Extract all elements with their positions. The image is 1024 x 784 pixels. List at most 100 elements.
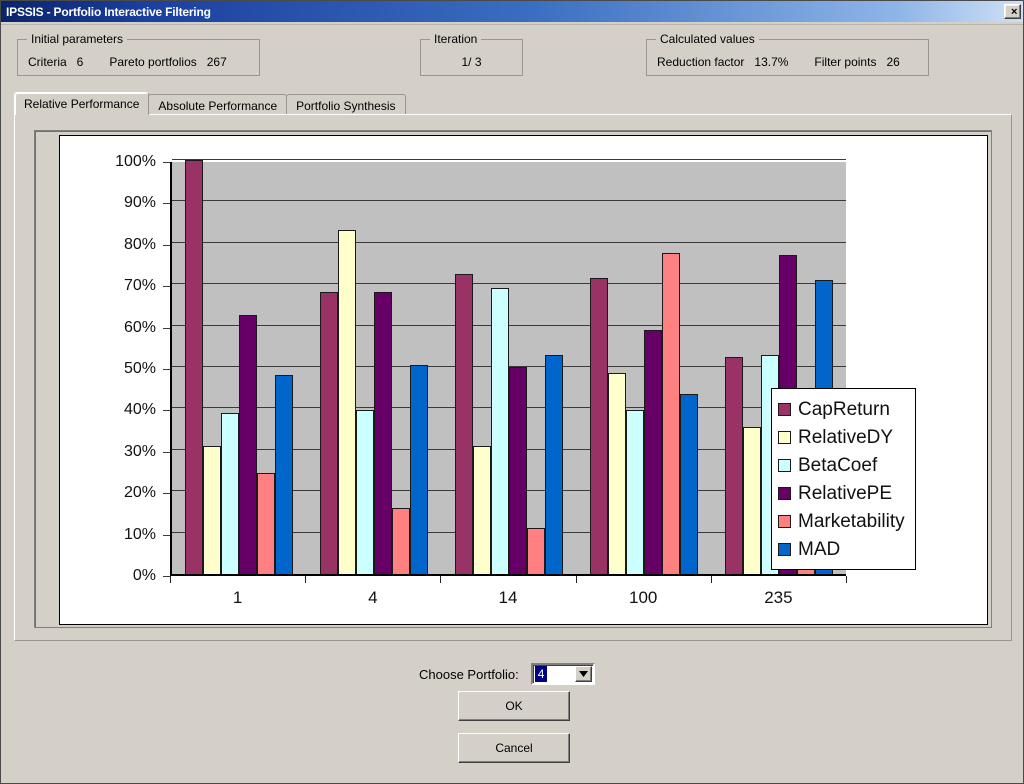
gridline bbox=[172, 159, 846, 160]
legend-label: RelativePE bbox=[798, 482, 892, 504]
criteria-value: 6 bbox=[76, 54, 84, 69]
bar-relativedy-14 bbox=[472, 445, 491, 574]
pareto-portfolios-value: 267 bbox=[206, 54, 227, 69]
legend-swatch-icon bbox=[778, 458, 791, 472]
title-bar: IPSSIS - Portfolio Interactive Filtering… bbox=[1, 1, 1023, 22]
bar-betacoef-1 bbox=[221, 412, 240, 574]
calculated-values-group: Calculated values Reduction factor 13.7%… bbox=[646, 32, 929, 76]
y-axis-tick-label: 60% bbox=[123, 318, 156, 336]
initial-parameters-legend: Initial parameters bbox=[27, 32, 128, 46]
chart-canvas: 0% 10% 20% 30% 40% 50% 60% 70% 80% 90% 100% 1 4 14 10… bbox=[59, 135, 988, 625]
x-axis-tick-label: 235 bbox=[764, 588, 793, 607]
y-axis-tick-label: 50% bbox=[123, 360, 156, 377]
legend-swatch-icon bbox=[778, 514, 791, 528]
y-axis-tick-label: 20% bbox=[123, 484, 156, 502]
legend-item-capreturn: CapReturn bbox=[778, 395, 905, 423]
tab-strip: Relative Performance Absolute Performance… bbox=[14, 92, 1012, 115]
legend-label: Marketability bbox=[798, 510, 905, 532]
criteria-label: Criteria bbox=[28, 54, 67, 69]
bar-capreturn-14 bbox=[454, 273, 473, 574]
choose-portfolio-label: Choose Portfolio: bbox=[419, 666, 519, 682]
plot-area bbox=[170, 159, 846, 576]
tab-relative-performance[interactable]: Relative Performance bbox=[14, 92, 150, 115]
x-axis-tick-mark bbox=[170, 576, 171, 583]
y-axis-tick-mark bbox=[163, 369, 170, 370]
pareto-portfolios-label: Pareto portfolios bbox=[109, 54, 197, 69]
legend-item-relativedy: RelativeDY bbox=[778, 423, 905, 451]
legend-label: BetaCoef bbox=[798, 454, 878, 476]
legend-item-betacoef: BetaCoef bbox=[778, 451, 905, 479]
portfolio-select[interactable]: 4 bbox=[530, 663, 595, 685]
y-axis-tick-label: 90% bbox=[123, 194, 156, 212]
bar-capreturn-4 bbox=[320, 292, 339, 574]
legend-item-mad: MAD bbox=[778, 535, 905, 563]
bar-mad-100 bbox=[679, 393, 698, 574]
bar-relativepe-1 bbox=[239, 315, 258, 574]
y-axis-tick-mark bbox=[163, 203, 170, 205]
y-axis-tick-mark bbox=[163, 327, 170, 329]
x-axis: 1 4 14 100 235 bbox=[170, 576, 848, 616]
x-axis-tick-mark bbox=[846, 576, 847, 583]
y-axis-tick-mark bbox=[163, 534, 170, 536]
bar-marketability-4 bbox=[392, 507, 411, 574]
cancel-button[interactable]: Cancel bbox=[458, 733, 570, 763]
y-axis-tick-label: 30% bbox=[123, 442, 156, 460]
reduction-factor-label: Reduction factor bbox=[657, 54, 745, 69]
x-axis-tick-mark bbox=[305, 576, 307, 583]
bar-capreturn-1 bbox=[185, 160, 204, 574]
legend-item-marketability: Marketability bbox=[778, 507, 905, 535]
y-axis-tick-label: 100% bbox=[115, 153, 156, 170]
chart-legend: CapReturn RelativeDY BetaCoef RelativePE Mar… bbox=[771, 388, 916, 570]
legend-label: RelativeDY bbox=[798, 426, 894, 448]
tab-portfolio-synthesis[interactable]: Portfolio Synthesis bbox=[286, 94, 406, 115]
bar-mad-14 bbox=[544, 354, 563, 574]
y-axis-tick-label: 80% bbox=[123, 235, 156, 253]
bar-mad-1 bbox=[275, 375, 294, 574]
iteration-value: 1/ 3 bbox=[461, 54, 482, 69]
bar-capreturn-100 bbox=[589, 278, 608, 574]
legend-label: CapReturn bbox=[798, 398, 890, 420]
bar-betacoef-100 bbox=[625, 410, 644, 574]
y-axis-tick-mark bbox=[163, 162, 170, 163]
y-axis-tick-mark bbox=[163, 286, 170, 288]
ok-button[interactable]: OK bbox=[458, 691, 570, 721]
y-axis-tick-mark bbox=[163, 451, 170, 453]
iteration-legend: Iteration bbox=[430, 32, 482, 46]
bar-relativepe-100 bbox=[643, 329, 662, 574]
tab-absolute-performance[interactable]: Absolute Performance bbox=[148, 94, 288, 115]
bar-group bbox=[307, 162, 442, 574]
window-title: IPSSIS - Portfolio Interactive Filtering bbox=[6, 4, 211, 19]
legend-swatch-icon bbox=[778, 542, 791, 556]
bar-marketability-14 bbox=[526, 528, 545, 574]
y-axis-tick-mark bbox=[163, 244, 170, 246]
legend-swatch-icon bbox=[778, 402, 791, 416]
bar-relativedy-1 bbox=[203, 445, 222, 574]
bar-relativepe-4 bbox=[374, 292, 393, 574]
y-axis-tick-label: 0% bbox=[132, 567, 156, 584]
bar-betacoef-14 bbox=[490, 288, 509, 574]
reduction-factor-value: 13.7% bbox=[754, 54, 789, 69]
y-axis-tick-label: 40% bbox=[123, 401, 156, 419]
bar-marketability-100 bbox=[661, 253, 680, 574]
filter-points-value: 26 bbox=[886, 54, 900, 69]
x-axis-tick-mark bbox=[440, 576, 442, 583]
y-axis-tick-label: 10% bbox=[123, 525, 156, 543]
bar-group bbox=[172, 160, 307, 574]
legend-item-relativepe: RelativePE bbox=[778, 479, 905, 507]
legend-label: MAD bbox=[798, 538, 841, 560]
calculated-values-legend: Calculated values bbox=[656, 32, 759, 46]
x-axis-tick-label: 1 bbox=[232, 588, 243, 607]
chevron-down-icon[interactable] bbox=[574, 666, 592, 682]
bar-marketability-1 bbox=[257, 472, 276, 574]
close-icon[interactable]: × bbox=[1004, 4, 1021, 19]
x-axis-tick-mark bbox=[710, 576, 712, 583]
iteration-group: Iteration 1/ 3 bbox=[420, 32, 523, 76]
bar-betacoef-4 bbox=[356, 410, 375, 574]
tab-page-relative-performance: 0% 10% 20% 30% 40% 50% 60% 70% 80% 90% 100% 1 4 14 10… bbox=[14, 114, 1012, 641]
legend-swatch-icon bbox=[778, 486, 791, 500]
y-axis-tick-mark bbox=[163, 410, 170, 412]
bar-group bbox=[576, 162, 711, 574]
choose-portfolio-row: Choose Portfolio: 4 bbox=[419, 663, 595, 685]
chart-frame: 0% 10% 20% 30% 40% 50% 60% 70% 80% 90% 100% 1 4 14 10… bbox=[34, 130, 992, 628]
filter-points-label: Filter points bbox=[814, 54, 877, 69]
